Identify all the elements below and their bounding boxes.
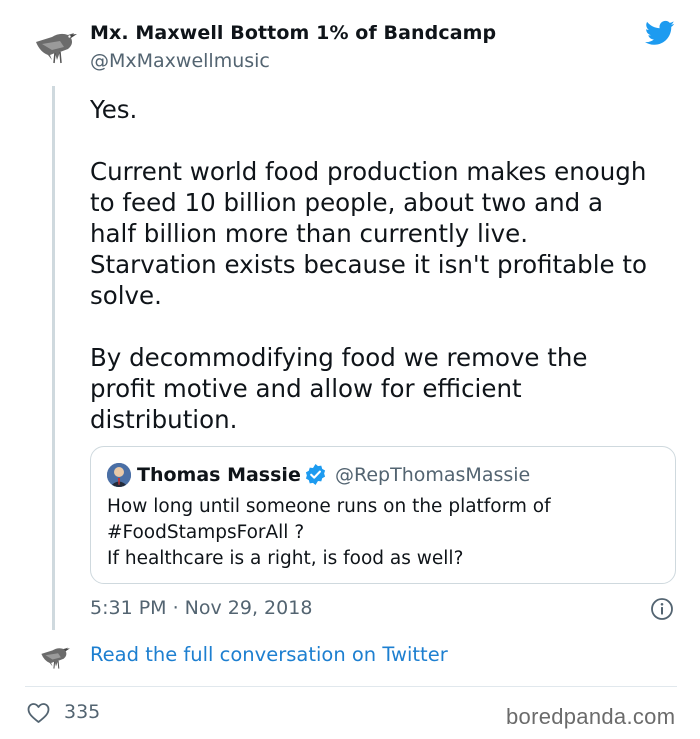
tweet-paragraph: By decommodifying food we remove the pro…	[90, 343, 588, 434]
read-conversation-link[interactable]: Read the full conversation on Twitter	[90, 643, 448, 666]
crow-avatar-icon	[41, 647, 70, 669]
verified-badge-icon	[305, 463, 326, 486]
author-display-name[interactable]: Mx. Maxwell Bottom 1% of Bandcamp	[90, 22, 496, 44]
divider	[25, 686, 677, 687]
author-avatar[interactable]	[30, 22, 84, 68]
info-icon	[651, 598, 673, 620]
tweet-paragraph: Current world food production makes enou…	[90, 157, 647, 310]
heart-icon	[27, 703, 50, 723]
verified-badge	[304, 463, 327, 486]
thread-line	[52, 86, 55, 630]
quoted-tweet-text: How long until someone runs on the platf…	[107, 494, 662, 572]
person-avatar-icon	[107, 463, 131, 487]
watermark: boredpanda.com	[506, 704, 676, 729]
author-handle[interactable]: @MxMaxwellmusic	[90, 50, 270, 72]
reply-avatar	[36, 640, 76, 672]
twitter-bird-icon	[644, 20, 675, 45]
crow-avatar-icon	[36, 33, 77, 64]
quoted-author-avatar[interactable]	[107, 463, 131, 487]
quoted-author-name[interactable]: Thomas Massie	[137, 464, 301, 486]
quoted-line: If healthcare is a right, is food as wel…	[107, 548, 464, 569]
quoted-author-handle[interactable]: @RepThomasMassie	[335, 464, 530, 486]
twitter-logo[interactable]	[643, 18, 677, 48]
quoted-line: #FoodStampsForAll ?	[107, 522, 305, 543]
quoted-tweet-card[interactable]: Thomas Massie @RepThomasMassie How long …	[90, 446, 676, 584]
quoted-line: How long until someone runs on the platf…	[107, 496, 551, 517]
like-button[interactable]	[26, 702, 51, 724]
tweet-timestamp[interactable]: 5:31 PM · Nov 29, 2018	[90, 597, 312, 619]
info-button[interactable]	[650, 597, 674, 621]
like-count: 335	[64, 701, 101, 723]
tweet-body: Yes. Current world food production makes…	[90, 94, 680, 466]
tweet-paragraph: Yes.	[90, 95, 138, 124]
